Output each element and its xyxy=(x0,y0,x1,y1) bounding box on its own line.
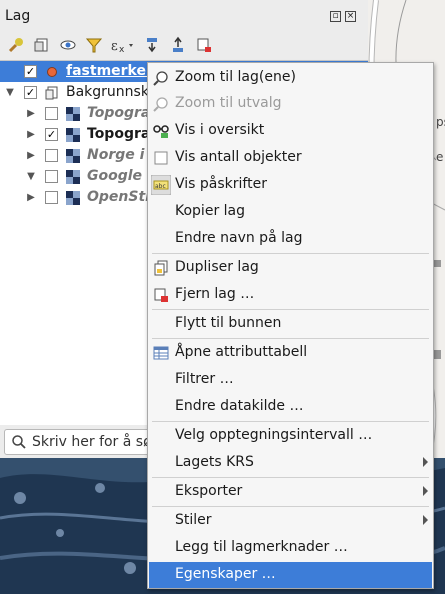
menu-item-scale-visibility[interactable]: Velg opptegningsintervall … xyxy=(149,423,432,449)
menu-item-show-feature-count[interactable]: Vis antall objekter xyxy=(149,145,432,171)
menu-label: Fjern lag … xyxy=(175,286,255,302)
filter-icon[interactable] xyxy=(82,34,106,56)
layer-visibility-checkbox[interactable] xyxy=(45,107,58,120)
raster-icon xyxy=(66,149,80,163)
labels-icon: abc xyxy=(151,175,171,195)
menu-item-zoom-to-selection[interactable]: Zoom til utvalg xyxy=(149,91,432,117)
menu-label: Stiler xyxy=(175,512,212,528)
menu-item-show-labels[interactable]: abc Vis påskrifter xyxy=(149,172,432,198)
raster-icon xyxy=(66,191,80,205)
search-icon xyxy=(12,435,26,449)
menu-item-filter[interactable]: Filtrer … xyxy=(149,367,432,393)
add-group-icon[interactable] xyxy=(30,34,54,56)
menu-item-add-layer-notes[interactable]: Legg til lagmerknader … xyxy=(149,535,432,561)
menu-label: Zoom til utvalg xyxy=(175,95,282,111)
layer-visibility-checkbox[interactable]: ✓ xyxy=(24,86,37,99)
menu-item-show-in-overview[interactable]: Vis i oversikt xyxy=(149,118,432,144)
menu-separator xyxy=(152,338,429,339)
layer-visibility-checkbox[interactable]: ✓ xyxy=(24,65,37,78)
menu-label: Kopier lag xyxy=(175,203,245,219)
expand-arrow-icon[interactable]: ▼ xyxy=(5,87,15,98)
expand-all-icon[interactable] xyxy=(140,34,164,56)
overview-icon xyxy=(153,125,169,138)
menu-item-remove-layer[interactable]: Fjern lag … xyxy=(149,282,432,308)
menu-item-layer-crs[interactable]: Lagets KRS xyxy=(149,450,432,476)
checkbox-icon xyxy=(154,151,168,165)
submenu-arrow-icon xyxy=(423,515,428,525)
table-icon xyxy=(153,346,169,360)
menu-item-duplicate-layer[interactable]: Dupliser lag xyxy=(149,255,432,281)
expand-arrow-icon[interactable]: ▶ xyxy=(26,129,36,140)
menu-label: Vis påskrifter xyxy=(175,176,267,192)
remove-icon xyxy=(154,288,168,302)
menu-label: Åpne attributtabell xyxy=(175,344,308,360)
menu-item-properties[interactable]: Egenskaper … xyxy=(149,562,432,588)
collapse-all-icon[interactable] xyxy=(166,34,190,56)
layer-visibility-checkbox[interactable]: ✓ xyxy=(45,128,58,141)
svg-text:x: x xyxy=(119,45,125,54)
expand-arrow-icon[interactable]: ▶ xyxy=(26,150,36,161)
close-panel-icon[interactable]: × xyxy=(345,11,356,22)
float-panel-icon[interactable]: ▫ xyxy=(330,11,341,22)
layer-visibility-checkbox[interactable] xyxy=(45,191,58,204)
menu-label: Vis antall objekter xyxy=(175,149,302,165)
expand-arrow-icon[interactable]: ▼ xyxy=(26,171,36,182)
menu-label: Flytt til bunnen xyxy=(175,315,282,331)
menu-label: Legg til lagmerknader … xyxy=(175,539,348,555)
svg-text:abc: abc xyxy=(155,183,166,190)
map-label: e xyxy=(436,150,444,164)
panel-titlebar: Lag ▫ × xyxy=(0,0,368,32)
menu-item-zoom-to-layer[interactable]: Zoom til lag(ene) xyxy=(149,65,432,91)
menu-label: Zoom til lag(ene) xyxy=(175,69,296,85)
menu-label: Dupliser lag xyxy=(175,259,259,275)
layer-context-menu: Zoom til lag(ene) Zoom til utvalg Vis i … xyxy=(147,62,434,589)
raster-icon xyxy=(66,128,80,142)
raster-icon xyxy=(66,107,80,121)
menu-separator xyxy=(152,253,429,254)
group-icon xyxy=(45,86,58,100)
expand-arrow-icon[interactable]: ▶ xyxy=(26,192,36,203)
submenu-arrow-icon xyxy=(423,457,428,467)
zoom-layer-icon xyxy=(153,71,168,86)
point-layer-icon xyxy=(47,67,57,77)
menu-label: Endre navn på lag xyxy=(175,230,303,246)
menu-label: Velg opptegningsintervall … xyxy=(175,427,373,443)
panel-title: Lag xyxy=(5,8,31,24)
menu-label: Endre datakilde … xyxy=(175,398,304,414)
zoom-selection-icon xyxy=(153,97,168,112)
submenu-arrow-icon xyxy=(423,486,428,496)
style-brush-icon[interactable] xyxy=(4,34,28,56)
remove-layer-icon[interactable] xyxy=(192,34,216,56)
menu-separator xyxy=(152,309,429,310)
layers-toolbar: εx xyxy=(4,34,216,56)
menu-separator xyxy=(152,477,429,478)
menu-item-export[interactable]: Eksporter xyxy=(149,479,432,505)
layer-visibility-checkbox[interactable] xyxy=(45,170,58,183)
expression-filter-icon[interactable]: εx xyxy=(108,34,138,56)
menu-separator xyxy=(152,506,429,507)
menu-separator xyxy=(152,421,429,422)
layer-label: fastmerker xyxy=(66,63,153,79)
expand-arrow-icon[interactable]: ▶ xyxy=(26,108,36,119)
map-label: ps xyxy=(436,115,445,129)
menu-item-copy-layer[interactable]: Kopier lag xyxy=(149,199,432,225)
menu-item-open-attribute-table[interactable]: Åpne attributtabell xyxy=(149,340,432,366)
duplicate-icon xyxy=(154,260,168,276)
menu-item-rename-layer[interactable]: Endre navn på lag xyxy=(149,226,432,252)
layer-label: Bakgrunnska xyxy=(66,84,158,100)
visibility-eye-icon[interactable] xyxy=(56,34,80,56)
menu-label: Eksporter xyxy=(175,483,243,499)
menu-label: Vis i oversikt xyxy=(175,122,265,138)
svg-text:ε: ε xyxy=(111,39,118,54)
menu-label: Egenskaper … xyxy=(175,566,276,582)
layer-label: Topograf xyxy=(87,126,157,142)
raster-icon xyxy=(66,170,80,184)
menu-label: Filtrer … xyxy=(175,371,234,387)
layer-visibility-checkbox[interactable] xyxy=(45,149,58,162)
menu-item-change-data-source[interactable]: Endre datakilde … xyxy=(149,394,432,420)
menu-item-styles[interactable]: Stiler xyxy=(149,508,432,534)
menu-label: Lagets KRS xyxy=(175,454,254,470)
search-placeholder: Skriv her for å søk xyxy=(32,434,160,450)
menu-item-move-to-bottom[interactable]: Flytt til bunnen xyxy=(149,311,432,337)
